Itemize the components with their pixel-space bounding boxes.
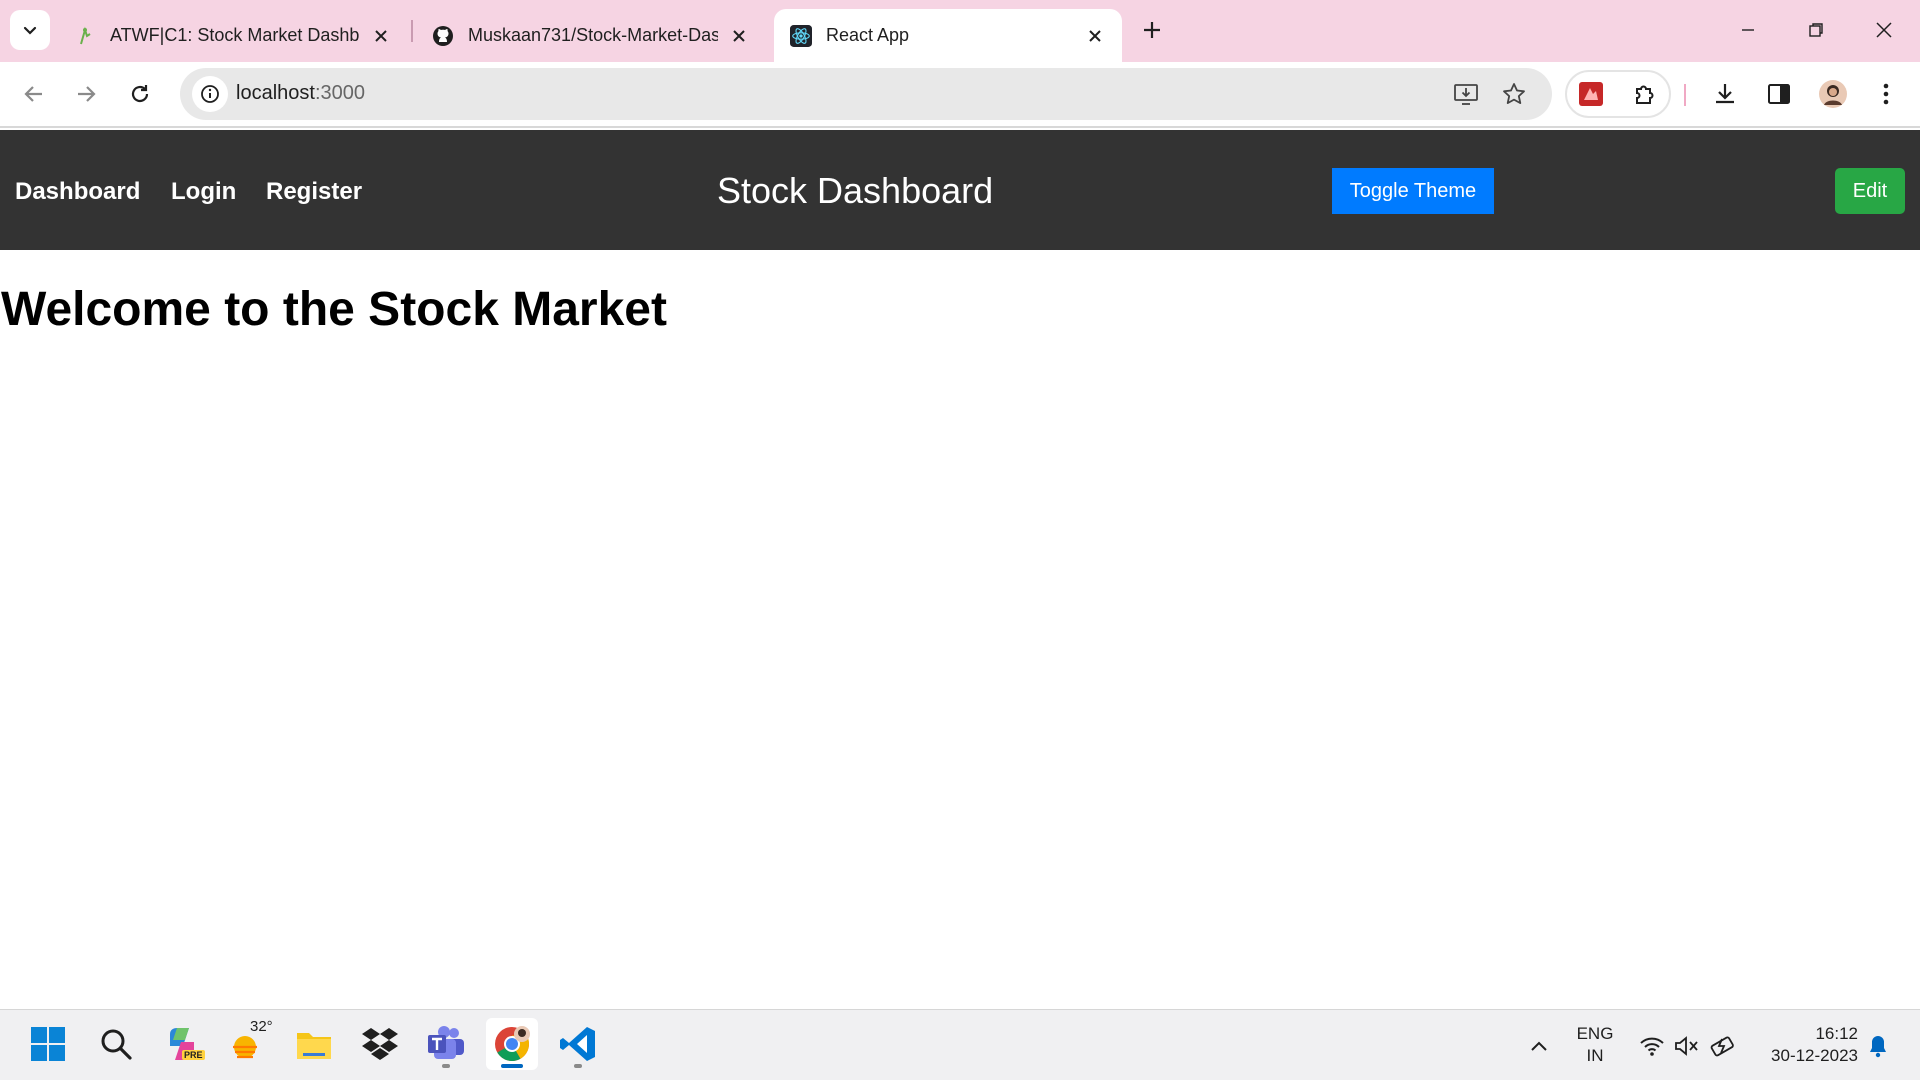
restore-button[interactable] — [1792, 8, 1840, 52]
close-tab-icon[interactable] — [1084, 25, 1106, 47]
search-icon — [101, 1029, 132, 1060]
show-hidden-icons-button[interactable] — [1525, 1032, 1553, 1060]
copilot-button[interactable]: PRE — [156, 1018, 208, 1070]
browser-tab-react-app[interactable]: React App — [774, 9, 1122, 62]
url-host: localhost — [236, 82, 315, 104]
url-port: :3000 — [314, 82, 365, 104]
close-tab-icon[interactable] — [370, 25, 392, 47]
url-text[interactable]: localhost:3000 — [236, 82, 365, 105]
reload-icon — [131, 85, 149, 103]
forward-button[interactable] — [64, 72, 108, 116]
dropbox-icon — [362, 1028, 398, 1060]
puzzle-extensions-icon[interactable] — [1625, 74, 1665, 114]
browser-tab-atwf[interactable]: ATWF|C1: Stock Market Dashbo — [58, 9, 408, 62]
browser-toolbar: localhost:3000 — [0, 62, 1920, 128]
chrome-taskbar-button[interactable] — [486, 1018, 538, 1070]
weather-temperature: 32° — [250, 1018, 273, 1035]
app-navbar: Dashboard Login Register Stock Dashboard… — [0, 130, 1920, 250]
tab-separator — [411, 20, 413, 42]
back-button[interactable] — [12, 72, 56, 116]
react-icon — [790, 24, 812, 47]
active-indicator — [501, 1064, 523, 1068]
chrome-icon — [495, 1026, 530, 1061]
volume-muted-icon[interactable] — [1673, 1032, 1701, 1060]
downloads-icon[interactable] — [1705, 74, 1745, 114]
wifi-icon[interactable] — [1638, 1032, 1666, 1060]
clock-date: 30-12-2023 — [1771, 1046, 1858, 1065]
notifications-bell-icon[interactable] — [1864, 1032, 1892, 1060]
new-tab-button[interactable] — [1136, 12, 1168, 48]
vscode-button[interactable] — [552, 1018, 604, 1070]
close-icon — [1876, 22, 1892, 38]
site-info-icon[interactable] — [192, 76, 228, 112]
tab-title: React App — [826, 25, 910, 45]
running-indicator — [574, 1064, 582, 1068]
profile-avatar[interactable] — [1813, 74, 1853, 114]
nav-link-register[interactable]: Register — [266, 178, 362, 206]
install-app-icon[interactable] — [1452, 80, 1480, 108]
folder-icon — [297, 1033, 331, 1059]
address-bar[interactable]: localhost:3000 — [180, 68, 1552, 120]
windows-taskbar: PRE 32° ENG IN 16:12 30-12-2023 — [0, 1009, 1920, 1080]
dropbox-button[interactable] — [354, 1018, 406, 1070]
copilot-badge: PRE — [182, 1050, 205, 1060]
clock-time: 16:12 — [1815, 1024, 1858, 1043]
minimize-icon — [1742, 29, 1754, 31]
chevron-down-icon — [23, 26, 37, 35]
tab-title: ATWF|C1: Stock Market Dashbo — [110, 25, 360, 45]
app-title: Stock Dashboard — [717, 170, 994, 211]
browser-tab-strip: ATWF|C1: Stock Market Dashbo Muskaan731/… — [0, 0, 1920, 62]
windows-logo-icon — [31, 1027, 65, 1061]
vscode-icon — [560, 1027, 595, 1061]
toggle-theme-button[interactable]: Toggle Theme — [1332, 168, 1494, 214]
region-code: IN — [1586, 1046, 1604, 1065]
tab-title: Muskaan731/Stock-Market-Das — [468, 25, 718, 45]
tab-search-button[interactable] — [10, 10, 50, 50]
github-icon — [432, 25, 454, 47]
file-explorer-button[interactable] — [288, 1018, 340, 1070]
browser-tab-github[interactable]: Muskaan731/Stock-Market-Das — [416, 9, 766, 62]
nav-link-login[interactable]: Login — [171, 178, 236, 206]
restore-icon — [1809, 23, 1823, 37]
page-title: Welcome to the Stock Market — [1, 283, 667, 336]
teams-button[interactable] — [420, 1018, 472, 1070]
close-window-button[interactable] — [1860, 8, 1908, 52]
minimize-button[interactable] — [1724, 8, 1772, 52]
teams-icon — [428, 1026, 464, 1059]
chrome-menu-icon[interactable] — [1866, 74, 1906, 114]
toolbar-divider — [1684, 84, 1686, 106]
plus-icon — [1144, 22, 1160, 38]
weather-widget[interactable]: 32° — [222, 1018, 274, 1070]
running-indicator — [442, 1064, 450, 1068]
search-button[interactable] — [90, 1018, 142, 1070]
arrow-left-icon — [24, 86, 42, 102]
close-tab-icon[interactable] — [728, 25, 750, 47]
reload-button[interactable] — [118, 72, 162, 116]
chevron-up-icon — [1531, 1041, 1547, 1051]
clock[interactable]: 16:12 30-12-2023 — [1752, 1023, 1858, 1067]
bookmark-star-icon[interactable] — [1500, 80, 1528, 108]
start-button[interactable] — [22, 1018, 74, 1070]
language-code: ENG — [1576, 1024, 1614, 1043]
nav-link-dashboard[interactable]: Dashboard — [15, 178, 140, 206]
edit-button[interactable]: Edit — [1835, 168, 1905, 214]
side-panel-icon[interactable] — [1759, 74, 1799, 114]
language-indicator[interactable]: ENG IN — [1574, 1023, 1616, 1067]
atwf-favicon-icon — [74, 25, 96, 47]
red-extension-icon[interactable] — [1571, 74, 1611, 114]
battery-charging-icon[interactable] — [1710, 1032, 1738, 1060]
arrow-right-icon — [78, 86, 96, 102]
